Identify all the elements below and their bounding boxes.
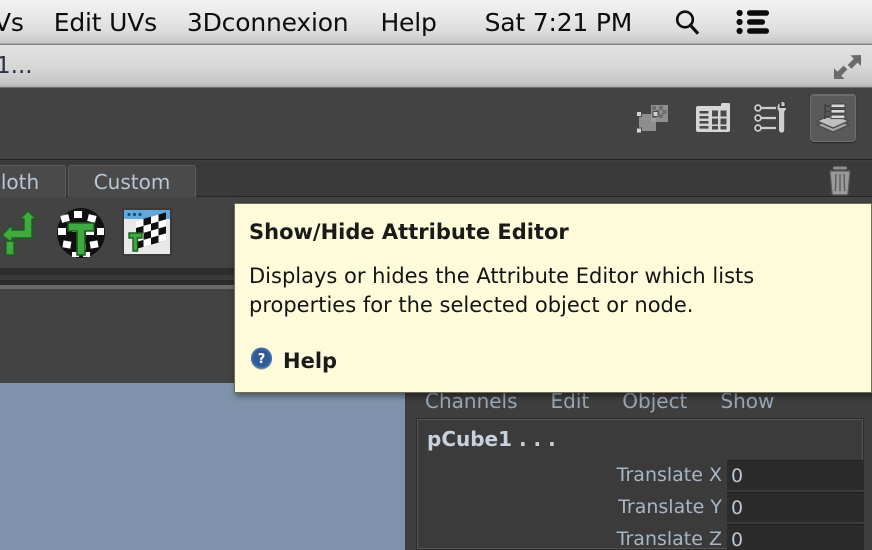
app-root: Vs Edit UVs 3Dconnexion Help Sat 7:21 PM… [0, 0, 872, 550]
window-title-bar[interactable]: 1... [0, 45, 872, 88]
list-icon[interactable] [736, 8, 770, 36]
toolbar-icon-group [630, 94, 856, 142]
attribute-spreadsheet-icon[interactable] [690, 94, 736, 142]
tooltip-description: Displays or hides the Attribute Editor w… [249, 264, 755, 317]
channel-label: Translate X [616, 464, 722, 486]
shelf-tab-cloth[interactable]: loth [0, 165, 66, 197]
svg-text:?: ? [258, 352, 266, 367]
menu-item-3dconnexion[interactable]: 3Dconnexion [187, 8, 349, 37]
shelf-icon-list [0, 203, 176, 261]
shelf-tab-row: loth Custom [0, 161, 872, 197]
menu-item-uvs[interactable]: Vs [0, 8, 24, 37]
uv-editor-window-icon[interactable] [118, 203, 176, 261]
menu-item-help[interactable]: Help [380, 8, 436, 37]
channel-value-field[interactable]: 0 [727, 460, 863, 490]
modeling-toolkit-icon[interactable] [630, 94, 676, 142]
fullscreen-arrows-icon[interactable] [832, 53, 862, 86]
tool-settings-icon[interactable] [750, 94, 796, 142]
menu-item-edit-uvs[interactable]: Edit UVs [54, 8, 157, 37]
table-row[interactable]: Translate Z 0 [417, 523, 863, 550]
channel-box-panel: Channels Edit Object Show pCube1 . . . T… [405, 383, 872, 550]
channel-label: Translate Y [618, 496, 722, 518]
tooltip-help-link[interactable]: ? Help [249, 346, 337, 376]
channel-value-field[interactable]: 0 [727, 492, 863, 522]
uv-checker-sphere-icon[interactable] [52, 203, 110, 261]
channel-box-content: pCube1 . . . Translate X 0 Translate Y 0… [416, 418, 864, 550]
shelf-tab-label: loth [0, 169, 40, 194]
shelf-tab-label: Custom [93, 169, 171, 194]
tooltip-title: Show/Hide Attribute Editor [249, 220, 569, 244]
menu-bar-clock[interactable]: Sat 7:21 PM [485, 8, 633, 37]
macos-menu-bar: Vs Edit UVs 3Dconnexion Help Sat 7:21 PM [0, 0, 872, 45]
tooltip-popup: Show/Hide Attribute Editor Displays or h… [234, 203, 872, 393]
window-title: 1... [0, 53, 33, 79]
tooltip-help-label: Help [283, 349, 338, 373]
channel-box-attribute-list: Translate X 0 Translate Y 0 Translate Z … [417, 459, 863, 550]
uv-arrow-icon[interactable] [0, 203, 44, 261]
status-line-toolbar [0, 88, 872, 160]
attribute-editor-icon[interactable] [810, 94, 856, 142]
table-row[interactable]: Translate X 0 [417, 459, 863, 491]
channel-box-node-name[interactable]: pCube1 . . . [427, 427, 556, 451]
help-question-icon: ? [249, 346, 274, 376]
shelf-tab-custom[interactable]: Custom [68, 165, 196, 197]
channel-label: Translate Z [616, 528, 722, 550]
channel-value-field[interactable]: 0 [727, 524, 863, 550]
search-icon[interactable] [672, 7, 702, 37]
viewport-3d[interactable] [0, 383, 405, 550]
table-row[interactable]: Translate Y 0 [417, 491, 863, 523]
